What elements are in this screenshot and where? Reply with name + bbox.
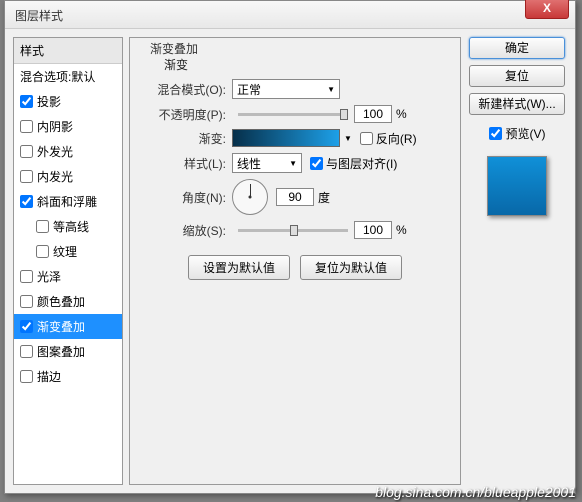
chevron-down-icon[interactable]: ▼ xyxy=(344,134,352,143)
blend-mode-label: 混合模式(O): xyxy=(140,81,232,98)
style-label: 样式(L): xyxy=(140,155,232,172)
titlebar: 图层样式 X xyxy=(5,1,575,29)
sidebar-item-5[interactable]: 等高线 xyxy=(14,214,122,239)
scale-slider[interactable] xyxy=(238,229,348,232)
sidebar-checkbox[interactable] xyxy=(20,270,33,283)
chevron-down-icon: ▼ xyxy=(327,85,335,94)
gradient-label: 渐变: xyxy=(140,130,232,147)
sidebar-checkbox[interactable] xyxy=(20,320,33,333)
watermark: blog.sina.com.cn/blueapple2001 xyxy=(375,484,576,500)
blend-mode-select[interactable]: 正常 ▼ xyxy=(232,79,340,99)
sidebar-checkbox[interactable] xyxy=(20,95,33,108)
sidebar-checkbox[interactable] xyxy=(20,345,33,358)
cancel-button[interactable]: 复位 xyxy=(469,65,565,87)
sidebar-item-10[interactable]: 图案叠加 xyxy=(14,339,122,364)
sidebar-item-label: 图案叠加 xyxy=(37,343,85,360)
sidebar-item-label: 内发光 xyxy=(37,168,73,185)
close-button[interactable]: X xyxy=(525,0,569,19)
sidebar-item-9[interactable]: 渐变叠加 xyxy=(14,314,122,339)
group-label: 渐变叠加 xyxy=(146,40,202,57)
angle-dial[interactable] xyxy=(232,179,268,215)
sidebar-item-label: 渐变叠加 xyxy=(37,318,85,335)
angle-label: 角度(N): xyxy=(140,189,232,206)
sidebar-item-6[interactable]: 纹理 xyxy=(14,239,122,264)
sidebar-item-11[interactable]: 描边 xyxy=(14,364,122,389)
ok-button[interactable]: 确定 xyxy=(469,37,565,59)
scale-label: 缩放(S): xyxy=(140,222,232,239)
scale-input[interactable] xyxy=(354,221,392,239)
reverse-checkbox[interactable]: 反向(R) xyxy=(360,130,417,147)
slider-thumb[interactable] xyxy=(340,109,348,120)
sidebar-item-label: 颜色叠加 xyxy=(37,293,85,310)
sidebar-checkbox[interactable] xyxy=(36,220,49,233)
sidebar-checkbox[interactable] xyxy=(20,145,33,158)
sidebar-checkbox[interactable] xyxy=(20,370,33,383)
styles-sidebar: 样式 混合选项:默认 投影内阴影外发光内发光斜面和浮雕等高线纹理光泽颜色叠加渐变… xyxy=(13,37,123,485)
section-title: 渐变 xyxy=(164,56,450,73)
sidebar-item-2[interactable]: 外发光 xyxy=(14,139,122,164)
sidebar-item-label: 描边 xyxy=(37,368,61,385)
sidebar-item-label: 光泽 xyxy=(37,268,61,285)
sidebar-item-4[interactable]: 斜面和浮雕 xyxy=(14,189,122,214)
new-style-button[interactable]: 新建样式(W)... xyxy=(469,93,565,115)
preview-swatch xyxy=(487,156,547,216)
sidebar-checkbox[interactable] xyxy=(20,195,33,208)
close-icon: X xyxy=(543,1,551,15)
options-panel: 渐变叠加 渐变 混合模式(O): 正常 ▼ 不透明度(P): % 渐变: ▼ 反… xyxy=(129,37,461,485)
style-select[interactable]: 线性 ▼ xyxy=(232,153,302,173)
slider-thumb[interactable] xyxy=(290,225,298,236)
sidebar-item-1[interactable]: 内阴影 xyxy=(14,114,122,139)
gradient-swatch[interactable] xyxy=(232,129,340,147)
sidebar-item-label: 等高线 xyxy=(53,218,89,235)
sidebar-item-label: 外发光 xyxy=(37,143,73,160)
sidebar-checkbox[interactable] xyxy=(36,245,49,258)
sidebar-item-0[interactable]: 投影 xyxy=(14,89,122,114)
layer-style-dialog: 图层样式 X 样式 混合选项:默认 投影内阴影外发光内发光斜面和浮雕等高线纹理光… xyxy=(4,0,576,494)
reset-default-button[interactable]: 复位为默认值 xyxy=(300,255,402,280)
dialog-title: 图层样式 xyxy=(15,9,63,23)
right-panel: 确定 复位 新建样式(W)... 预览(V) xyxy=(461,37,567,485)
set-default-button[interactable]: 设置为默认值 xyxy=(188,255,290,280)
sidebar-item-label: 投影 xyxy=(37,93,61,110)
angle-input[interactable] xyxy=(276,188,314,206)
sidebar-checkbox[interactable] xyxy=(20,120,33,133)
sidebar-item-label: 纹理 xyxy=(53,243,77,260)
sidebar-header: 样式 xyxy=(14,38,122,64)
opacity-input[interactable] xyxy=(354,105,392,123)
sidebar-item-8[interactable]: 颜色叠加 xyxy=(14,289,122,314)
sidebar-checkbox[interactable] xyxy=(20,295,33,308)
chevron-down-icon: ▼ xyxy=(289,159,297,168)
opacity-label: 不透明度(P): xyxy=(140,106,232,123)
align-checkbox[interactable]: 与图层对齐(I) xyxy=(310,155,397,172)
sidebar-item-label: 内阴影 xyxy=(37,118,73,135)
sidebar-blend-options[interactable]: 混合选项:默认 xyxy=(14,64,122,89)
sidebar-item-label: 斜面和浮雕 xyxy=(37,193,97,210)
sidebar-item-3[interactable]: 内发光 xyxy=(14,164,122,189)
opacity-slider[interactable] xyxy=(238,113,348,116)
sidebar-checkbox[interactable] xyxy=(20,170,33,183)
preview-checkbox[interactable]: 预览(V) xyxy=(489,125,546,142)
sidebar-item-7[interactable]: 光泽 xyxy=(14,264,122,289)
